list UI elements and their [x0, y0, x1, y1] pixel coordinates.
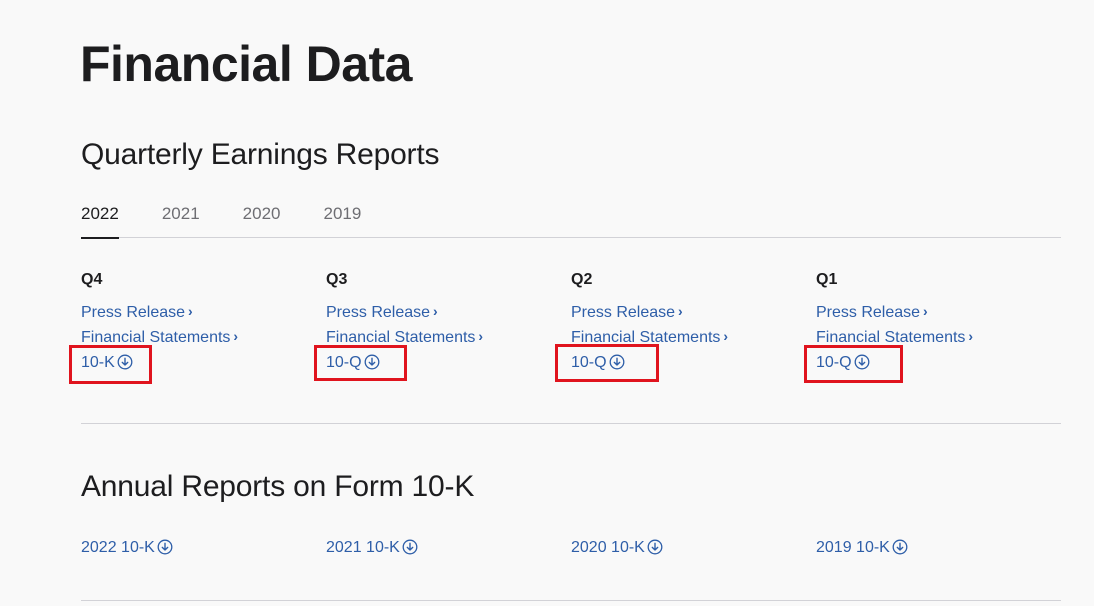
chevron-right-icon: ›: [188, 303, 193, 319]
page-title: Financial Data: [80, 36, 413, 92]
download-circle-icon: [609, 354, 625, 370]
quarter-label: Q2: [571, 271, 593, 288]
link-label: 10-Q: [816, 354, 852, 371]
download-circle-icon: [117, 354, 133, 370]
link-label: 2019 10-K: [816, 539, 890, 556]
chevron-right-icon: ›: [233, 328, 239, 344]
filing-download-link[interactable]: 10-Q: [571, 350, 816, 375]
download-circle-icon: [854, 354, 870, 370]
link-label: 10-Q: [326, 354, 362, 371]
quarter-q2: Q2 Press Release › Financial Statements › …: [571, 270, 816, 375]
chevron-right-icon: ›: [923, 303, 928, 319]
financial-statements-link[interactable]: Financial Statements ›: [816, 325, 1061, 350]
annual-report-2020-link[interactable]: 2020 10-K: [571, 535, 816, 560]
filing-download-link[interactable]: 10-K: [81, 350, 326, 375]
chevron-right-icon: ›: [678, 303, 683, 319]
quarter-label: Q4: [81, 271, 103, 288]
filing-download-link[interactable]: 10-Q: [816, 350, 1061, 375]
quarter-q3: Q3 Press Release › Financial Statements › …: [326, 270, 571, 375]
link-label: 2020 10-K: [571, 539, 645, 556]
section-divider: [81, 600, 1061, 601]
tab-2022[interactable]: 2022: [81, 203, 119, 239]
press-release-link[interactable]: Press Release ›: [326, 300, 571, 325]
link-label: 10-K: [81, 354, 115, 371]
tab-2020[interactable]: 2020: [243, 203, 281, 238]
download-circle-icon: [647, 539, 663, 555]
chevron-right-icon: ›: [723, 328, 729, 344]
chevron-right-icon: ›: [968, 328, 974, 344]
link-label: Financial Statements: [326, 329, 476, 346]
download-circle-icon: [402, 539, 418, 555]
annual-report-links: 2022 10-K 2021 10-K 2020 10-K 2019 10-K: [81, 535, 1061, 560]
press-release-link[interactable]: Press Release ›: [816, 300, 1061, 325]
link-label: Press Release: [571, 304, 676, 321]
link-label: Financial Statements: [816, 329, 966, 346]
annual-reports-heading: Annual Reports on Form 10-K: [81, 470, 475, 503]
chevron-right-icon: ›: [478, 328, 484, 344]
annual-report-2022-link[interactable]: 2022 10-K: [81, 535, 326, 560]
link-label: Press Release: [326, 304, 431, 321]
financial-statements-link[interactable]: Financial Statements ›: [81, 325, 326, 350]
press-release-link[interactable]: Press Release ›: [81, 300, 326, 325]
financial-statements-link[interactable]: Financial Statements ›: [571, 325, 816, 350]
quarter-q4: Q4 Press Release › Financial Statements › …: [81, 270, 326, 375]
chevron-right-icon: ›: [433, 303, 438, 319]
link-label: 2022 10-K: [81, 539, 155, 556]
quarter-label: Q1: [816, 271, 838, 288]
download-circle-icon: [364, 354, 380, 370]
quarterly-reports-heading: Quarterly Earnings Reports: [81, 138, 440, 171]
link-label: Press Release: [816, 304, 921, 321]
tab-2019[interactable]: 2019: [323, 203, 361, 238]
annual-report-2021-link[interactable]: 2021 10-K: [326, 535, 571, 560]
tab-2021[interactable]: 2021: [162, 203, 200, 238]
quarter-columns: Q4 Press Release › Financial Statements › …: [81, 270, 1061, 375]
section-divider: [81, 423, 1061, 424]
link-label: 2021 10-K: [326, 539, 400, 556]
press-release-link[interactable]: Press Release ›: [571, 300, 816, 325]
filing-download-link[interactable]: 10-Q: [326, 350, 571, 375]
quarter-label: Q3: [326, 271, 348, 288]
link-label: Financial Statements: [81, 329, 231, 346]
link-label: Financial Statements: [571, 329, 721, 346]
download-circle-icon: [892, 539, 908, 555]
download-circle-icon: [157, 539, 173, 555]
year-tabs: 2022 2021 2020 2019: [81, 203, 1061, 239]
quarter-q1: Q1 Press Release › Financial Statements › …: [816, 270, 1061, 375]
financial-statements-link[interactable]: Financial Statements ›: [326, 325, 571, 350]
link-label: 10-Q: [571, 354, 607, 371]
link-label: Press Release: [81, 304, 186, 321]
annual-report-2019-link[interactable]: 2019 10-K: [816, 535, 1061, 560]
